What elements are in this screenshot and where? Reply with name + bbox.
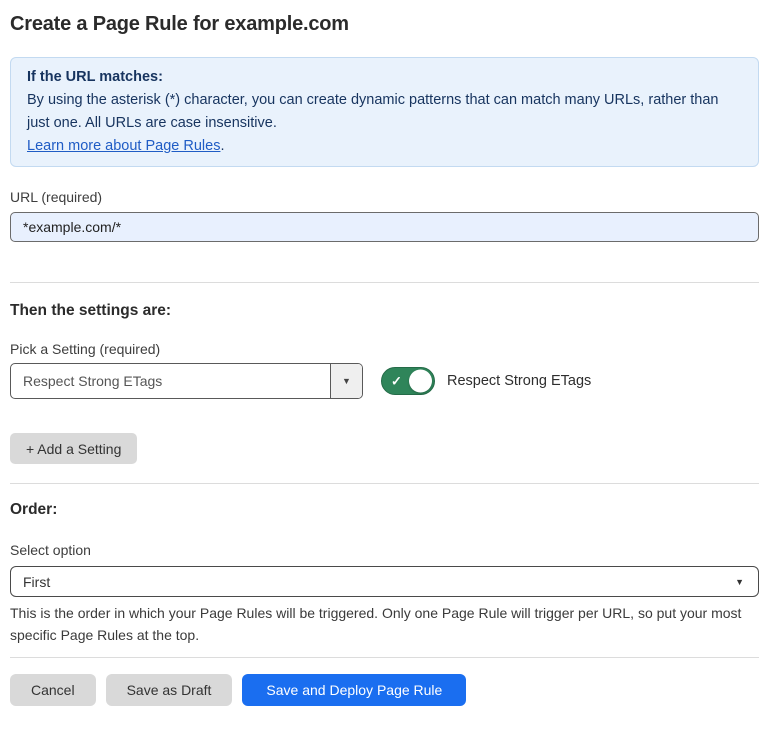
url-match-info-box: If the URL matches: By using the asteris… bbox=[10, 57, 759, 167]
chevron-down-icon: ▼ bbox=[735, 577, 744, 587]
setting-select[interactable]: Respect Strong ETags ▼ bbox=[10, 363, 363, 399]
info-box-heading: If the URL matches: bbox=[27, 66, 742, 89]
setting-picker-label: Pick a Setting (required) bbox=[10, 341, 759, 357]
order-select-value: First bbox=[23, 574, 735, 590]
save-and-deploy-button[interactable]: Save and Deploy Page Rule bbox=[242, 674, 466, 706]
setting-select-arrow-box[interactable]: ▼ bbox=[330, 364, 362, 398]
add-setting-button[interactable]: + Add a Setting bbox=[10, 433, 137, 464]
settings-section-heading: Then the settings are: bbox=[10, 302, 759, 320]
setting-toggle-label: Respect Strong ETags bbox=[447, 373, 591, 389]
page-rule-form: Create a Page Rule for example.com If th… bbox=[0, 12, 769, 706]
page-title: Create a Page Rule for example.com bbox=[10, 12, 759, 36]
check-icon: ✓ bbox=[391, 375, 402, 388]
form-actions: Cancel Save as Draft Save and Deploy Pag… bbox=[10, 674, 759, 706]
divider bbox=[10, 657, 759, 658]
toggle-knob bbox=[409, 370, 432, 393]
order-section-heading: Order: bbox=[10, 501, 759, 519]
cancel-button[interactable]: Cancel bbox=[10, 674, 96, 706]
order-help-text: This is the order in which your Page Rul… bbox=[10, 602, 759, 646]
divider bbox=[10, 483, 759, 484]
info-box-body: By using the asterisk (*) character, you… bbox=[27, 89, 742, 135]
divider bbox=[10, 282, 759, 283]
setting-select-value: Respect Strong ETags bbox=[11, 364, 330, 398]
setting-toggle[interactable]: ✓ bbox=[381, 367, 435, 395]
save-as-draft-button[interactable]: Save as Draft bbox=[106, 674, 233, 706]
link-period: . bbox=[220, 138, 224, 154]
url-input[interactable] bbox=[10, 212, 759, 242]
order-select[interactable]: First ▼ bbox=[10, 566, 759, 597]
chevron-down-icon: ▼ bbox=[342, 376, 351, 386]
learn-more-link[interactable]: Learn more about Page Rules bbox=[27, 138, 220, 154]
url-field-label: URL (required) bbox=[10, 189, 759, 205]
order-select-label: Select option bbox=[10, 542, 759, 558]
setting-row: Respect Strong ETags ▼ ✓ Respect Strong … bbox=[10, 363, 759, 399]
info-box-link-line: Learn more about Page Rules. bbox=[27, 135, 742, 158]
